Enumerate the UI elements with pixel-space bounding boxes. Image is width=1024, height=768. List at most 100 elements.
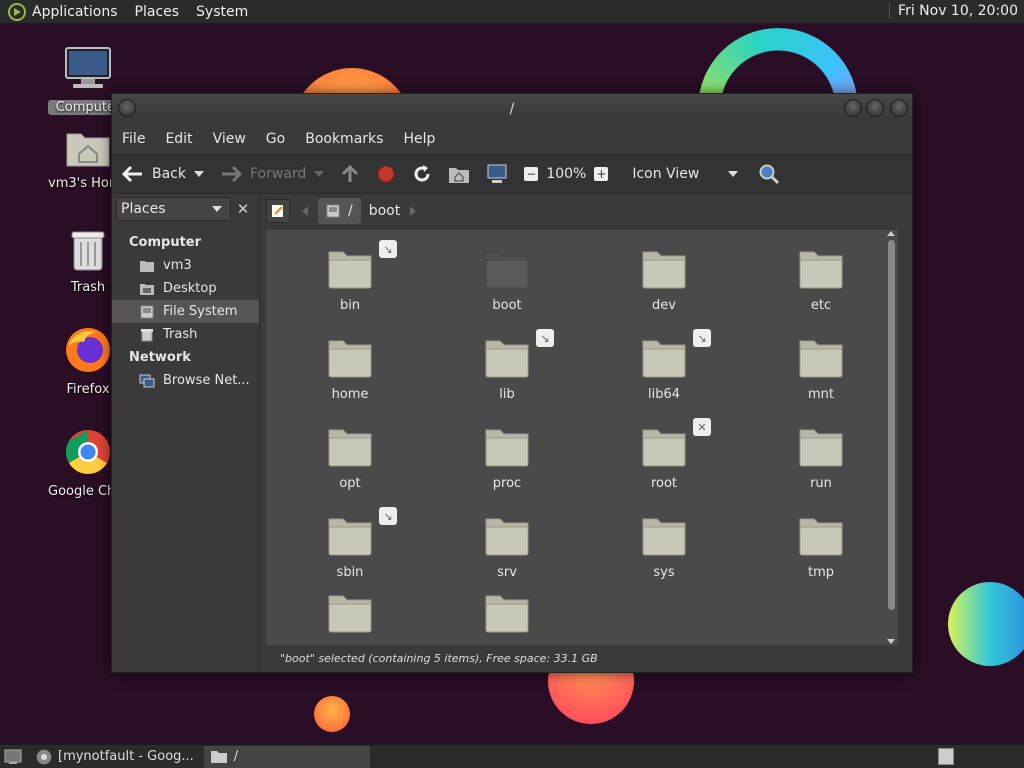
forward-button[interactable]: Forward — [220, 165, 325, 183]
file-item[interactable]: ↘ sbin — [290, 507, 410, 580]
menu-bookmarks[interactable]: Bookmarks — [305, 131, 383, 147]
symlink-emblem-icon: ↘ — [536, 329, 554, 347]
back-button[interactable]: Back — [122, 165, 204, 183]
menu-go[interactable]: Go — [266, 131, 285, 147]
path-scroll-right-icon[interactable] — [410, 206, 417, 216]
folder-icon — [484, 248, 530, 294]
back-arrow-icon — [122, 165, 142, 183]
search-icon — [759, 164, 780, 185]
taskbar-item-file-manager[interactable]: / — [203, 745, 370, 768]
sidebar-type-select[interactable]: Places — [116, 197, 231, 221]
applications-menu[interactable]: Applications — [32, 4, 118, 20]
up-arrow-icon — [342, 164, 359, 182]
reload-button[interactable] — [412, 164, 432, 184]
file-item[interactable] — [290, 592, 410, 642]
file-item[interactable]: boot — [447, 248, 567, 313]
folder-icon — [798, 515, 844, 561]
sidebar-item-trash[interactable]: Trash — [112, 323, 259, 346]
symlink-emblem-icon: ↘ — [693, 329, 711, 347]
folder-icon — [327, 426, 373, 472]
file-item[interactable]: ↘ lib64 — [604, 329, 724, 402]
breadcrumb-root[interactable]: / — [318, 198, 361, 224]
file-item[interactable]: tmp — [761, 515, 881, 580]
file-icon-view[interactable]: ↘ bin boot dev etc home ↘ lib ↘ lib64 mnt opt proc ✕ r… — [266, 230, 898, 645]
window-titlebar[interactable]: / — [112, 94, 912, 124]
search-button[interactable] — [758, 163, 780, 185]
window-title: / — [509, 101, 515, 117]
sidebar-item-vm3[interactable]: vm3 — [112, 254, 259, 277]
menu-edit[interactable]: Edit — [165, 131, 192, 147]
vertical-scrollbar[interactable] — [886, 231, 896, 644]
file-name: srv — [497, 565, 517, 580]
scroll-up-icon[interactable] — [887, 231, 895, 236]
sidebar-heading: Network — [129, 350, 191, 365]
file-name: tmp — [807, 565, 834, 580]
sidebar-group-network: Network Browse Net... — [112, 346, 259, 392]
file-item[interactable]: opt — [290, 426, 410, 491]
file-item[interactable]: proc — [447, 426, 567, 491]
file-name: bin — [339, 298, 361, 313]
folder-icon — [641, 515, 687, 561]
file-name: lib64 — [647, 387, 681, 402]
network-icon — [139, 373, 155, 389]
drive-icon — [139, 304, 155, 320]
home-button[interactable] — [448, 164, 470, 184]
places-menu[interactable]: Places — [135, 4, 180, 20]
zoom-level: 100% — [546, 166, 587, 182]
system-menu[interactable]: System — [196, 4, 248, 20]
stop-button[interactable] — [376, 164, 396, 184]
clock[interactable]: Fri Nov 10, 20:00 — [889, 3, 1018, 19]
show-desktop-icon[interactable] — [4, 749, 22, 765]
workspace-switcher-icon[interactable] — [938, 748, 954, 765]
zoom-in-icon[interactable]: + — [594, 167, 609, 181]
file-name: lib — [499, 387, 515, 402]
chevron-down-icon — [728, 171, 739, 177]
path-scroll-left-icon[interactable] — [302, 206, 308, 216]
taskbar-item-chrome[interactable]: [mynotfault - Goog... — [30, 746, 200, 768]
sidebar-item-file-system[interactable]: File System — [112, 300, 259, 323]
menu-view[interactable]: View — [213, 131, 246, 147]
toolbar: Back Forward − 100% + Icon View — [112, 154, 912, 194]
view-mode-select[interactable]: Icon View — [632, 166, 739, 182]
file-name: etc — [810, 298, 832, 313]
zoom-out-icon[interactable]: − — [524, 167, 539, 181]
file-item[interactable]: etc — [761, 248, 881, 313]
file-name: boot — [492, 298, 522, 313]
file-item[interactable]: srv — [447, 515, 567, 580]
folder-icon: ↘ — [327, 240, 397, 294]
file-item[interactable]: dev — [604, 248, 724, 313]
home-icon — [449, 168, 470, 183]
pencil-icon — [272, 205, 283, 217]
folder-icon — [210, 750, 228, 764]
chevron-down-icon — [212, 206, 222, 212]
file-item[interactable]: ↘ bin — [290, 240, 410, 313]
file-item[interactable]: run — [761, 426, 881, 491]
minimize-button[interactable] — [844, 99, 862, 117]
sidebar-item-browse-network[interactable]: Browse Net... — [112, 369, 259, 392]
file-item[interactable]: ↘ lib — [447, 329, 567, 402]
file-item[interactable] — [447, 592, 567, 642]
close-button[interactable] — [890, 99, 908, 117]
wallpaper-small-circle — [314, 696, 350, 732]
trash-icon — [139, 327, 155, 343]
file-item[interactable]: sys — [604, 515, 724, 580]
sidebar-item-desktop[interactable]: Desktop — [112, 277, 259, 300]
up-button[interactable] — [340, 164, 360, 184]
computer-button[interactable] — [486, 164, 508, 184]
close-sidebar-icon[interactable]: ✕ — [231, 200, 255, 218]
folder-icon — [327, 337, 373, 383]
back-history-dropdown[interactable] — [194, 171, 204, 177]
breadcrumb-boot[interactable]: boot — [361, 198, 409, 224]
distro-logo-icon[interactable] — [8, 2, 26, 21]
file-item[interactable]: mnt — [761, 337, 881, 402]
forward-history-dropdown[interactable] — [314, 171, 325, 177]
scrollbar-thumb[interactable] — [888, 240, 895, 610]
menubar: File Edit View Go Bookmarks Help — [112, 124, 912, 154]
file-name: proc — [492, 476, 522, 491]
maximize-button[interactable] — [866, 99, 884, 117]
menu-help[interactable]: Help — [403, 131, 435, 147]
menu-file[interactable]: File — [122, 131, 145, 147]
file-item[interactable]: home — [290, 337, 410, 402]
file-item[interactable]: ✕ root — [604, 418, 724, 491]
edit-location-button[interactable] — [266, 199, 290, 223]
